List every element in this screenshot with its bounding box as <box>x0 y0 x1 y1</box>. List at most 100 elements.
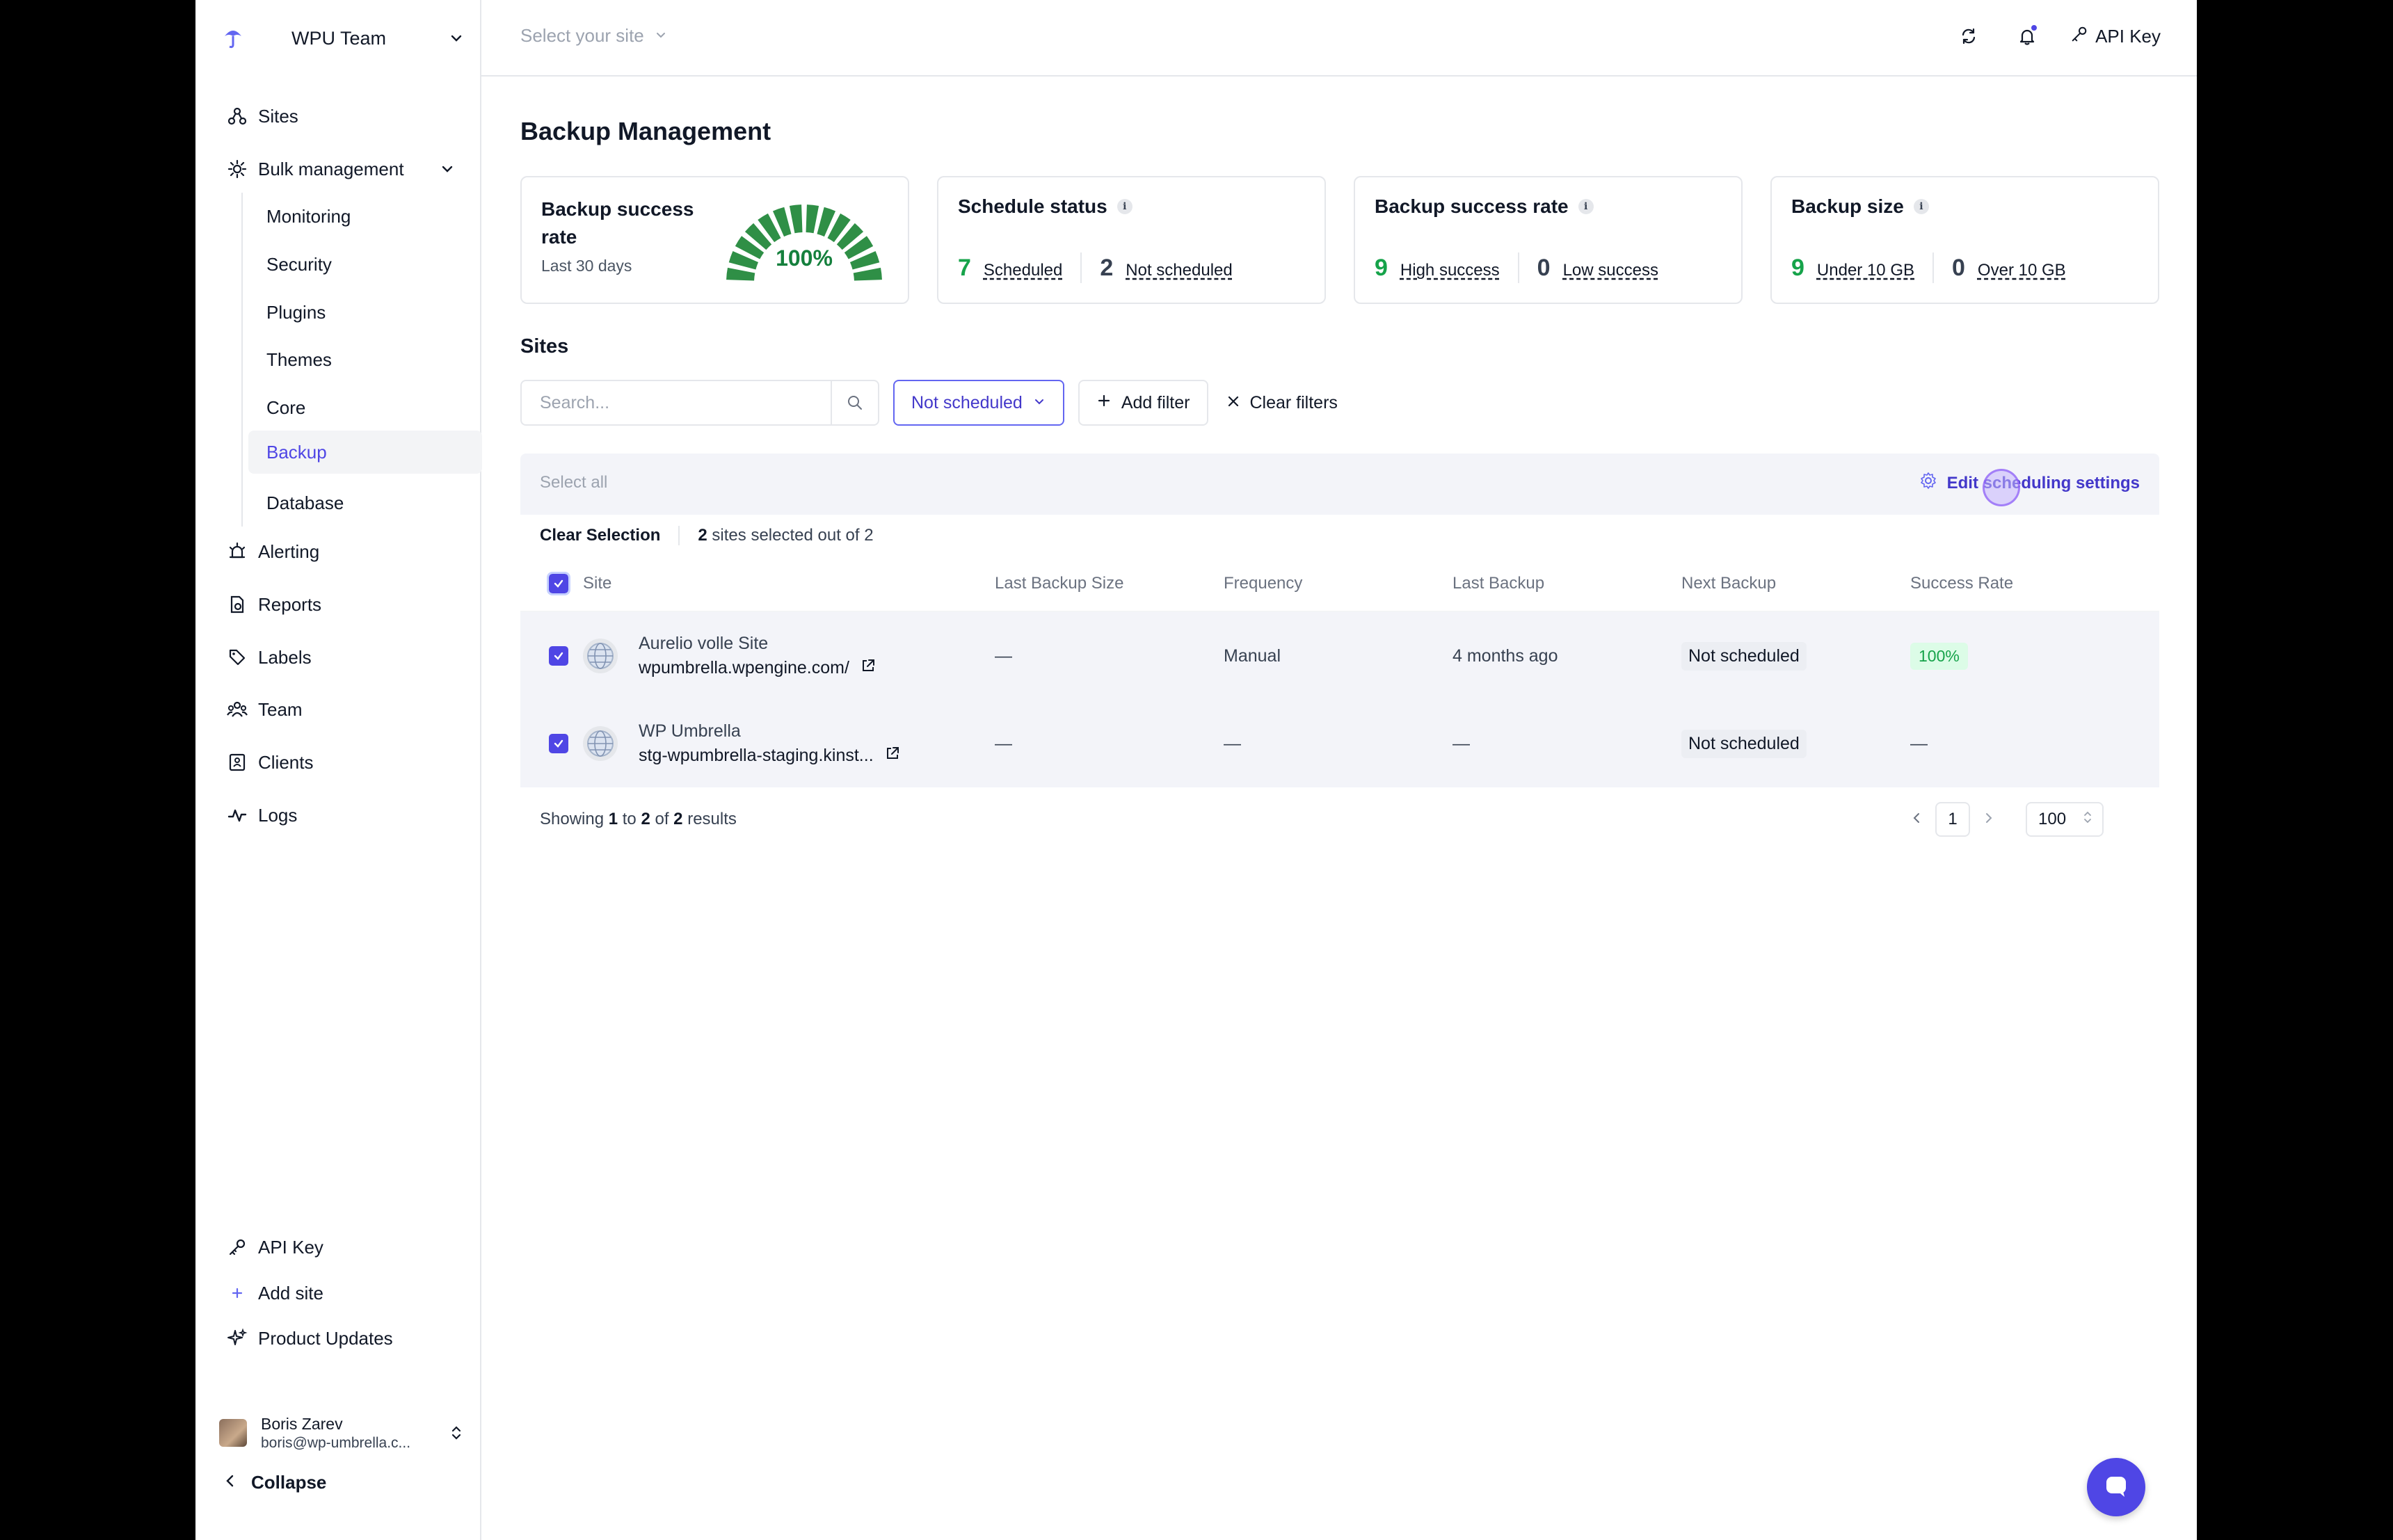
sidebar-item-logs[interactable]: Logs <box>216 795 467 835</box>
stat-number: 2 <box>1100 254 1114 281</box>
high-success-stat[interactable]: 9 High success <box>1375 255 1500 282</box>
table-row[interactable]: WP Umbrella stg-wpumbrella-staging.kinst… <box>520 700 2159 787</box>
stat-link[interactable]: Scheduled <box>984 261 1062 280</box>
stat-number: 9 <box>1791 254 1804 281</box>
edit-scheduling-settings-button[interactable]: Edit scheduling settings <box>1919 472 2140 495</box>
scheduled-stat[interactable]: 7 Scheduled <box>958 255 1062 282</box>
site-name[interactable]: WP Umbrella <box>639 721 900 741</box>
cursor-indicator <box>1983 469 2020 506</box>
card-title: Backup success rate <box>541 198 694 248</box>
not-scheduled-filter[interactable]: Not scheduled <box>893 380 1064 426</box>
stat-link[interactable]: Over 10 GB <box>1978 261 2066 280</box>
results-total: 2 <box>673 810 683 828</box>
selected-count: 2 <box>698 526 707 545</box>
low-success-stat[interactable]: 0 Low success <box>1537 255 1658 282</box>
site-url[interactable]: stg-wpumbrella-staging.kinst... <box>639 746 874 766</box>
sidebar-item-product-updates[interactable]: Product Updates <box>216 1318 467 1358</box>
sidebar-subitem-themes[interactable]: Themes <box>248 339 482 380</box>
column-header-last-backup-size[interactable]: Last Backup Size <box>995 574 1224 593</box>
umbrella-logo-icon <box>219 24 247 52</box>
gauge-segment <box>789 204 803 234</box>
sidebar-item-api-key[interactable]: API Key <box>216 1227 467 1267</box>
success-rate-badge: 100% <box>1910 642 1968 670</box>
sidebar-item-alerting[interactable]: Alerting <box>216 531 467 572</box>
column-header-frequency[interactable]: Frequency <box>1224 574 1452 593</box>
select-all-button[interactable]: Select all <box>540 473 607 492</box>
globe-icon <box>583 726 618 761</box>
stat-link[interactable]: High success <box>1400 261 1500 280</box>
gauge-value: 100% <box>776 246 833 271</box>
collapse-button[interactable]: Collapse <box>223 1472 326 1493</box>
selection-info: 2 sites selected out of 2 <box>680 526 873 545</box>
sidebar-item-label: Labels <box>258 646 312 668</box>
stat-link[interactable]: Not scheduled <box>1126 261 1232 280</box>
external-link-icon[interactable] <box>885 746 900 766</box>
clear-filters-button[interactable]: Clear filters <box>1219 380 1345 426</box>
cell-frequency: Manual <box>1224 645 1281 666</box>
sidebar-item-team[interactable]: Team <box>216 689 467 730</box>
card-title: Backup success rate <box>1375 195 1569 217</box>
search-icon[interactable] <box>831 381 878 424</box>
stat-number: 7 <box>958 254 971 281</box>
sidebar-subitem-monitoring[interactable]: Monitoring <box>248 196 482 236</box>
sidebar-item-label: Reports <box>258 593 322 615</box>
search-input[interactable] <box>522 381 831 424</box>
cell-success-rate: — <box>1910 733 1928 753</box>
backup-success-breakdown-card: Backup success rate i 9 High success 0 Low … <box>1354 176 1743 304</box>
sidebar-item-sites[interactable]: Sites <box>216 96 467 136</box>
sidebar-item-clients[interactable]: Clients <box>216 742 467 783</box>
external-link-icon[interactable] <box>861 658 876 678</box>
api-key-button[interactable]: API Key <box>2070 25 2161 48</box>
sidebar-subitem-plugins[interactable]: Plugins <box>248 292 482 332</box>
sidebar-item-bulk-management[interactable]: Bulk management <box>216 149 467 189</box>
bulk-action-bar: Select all Edit scheduling settings <box>520 454 2159 515</box>
page-number-button[interactable]: 1 <box>1935 802 1970 837</box>
selected-suffix: sites selected out of 2 <box>707 526 874 545</box>
clients-icon <box>226 751 248 773</box>
clear-selection-button[interactable]: Clear Selection <box>540 526 680 545</box>
stat-link[interactable]: Low success <box>1563 261 1658 280</box>
sidebar-item-labels[interactable]: Labels <box>216 637 467 677</box>
user-menu[interactable]: Boris Zarev boris@wp-umbrella.c... <box>219 1412 466 1454</box>
info-icon[interactable]: i <box>1578 199 1594 214</box>
results-suffix: results <box>682 810 737 828</box>
sidebar-subitem-backup[interactable]: Backup <box>248 431 482 474</box>
chevron-right-icon[interactable] <box>1983 811 1995 828</box>
refresh-icon[interactable] <box>1953 21 1984 51</box>
site-url[interactable]: wpumbrella.wpengine.com/ <box>639 658 849 678</box>
sidebar-item-add-site[interactable]: Add site <box>216 1273 467 1313</box>
avatar <box>219 1419 247 1447</box>
site-name[interactable]: Aurelio volle Site <box>639 634 876 654</box>
stat-link[interactable]: Under 10 GB <box>1817 261 1914 280</box>
per-page-select[interactable]: 100 <box>2026 802 2104 837</box>
filter-bar: Not scheduled Add filter Clear filters <box>520 380 1345 426</box>
not-scheduled-stat[interactable]: 2 Not scheduled <box>1100 255 1232 282</box>
notification-bell-icon[interactable] <box>2012 21 2042 51</box>
row-checkbox[interactable] <box>549 734 568 753</box>
column-header-site[interactable]: Site <box>577 574 995 593</box>
under-10gb-stat[interactable]: 9 Under 10 GB <box>1791 255 1914 282</box>
site-selector[interactable]: Select your site <box>520 25 668 47</box>
chevron-left-icon[interactable] <box>1910 811 1923 828</box>
info-icon[interactable]: i <box>1913 199 1929 214</box>
results-from: 1 <box>608 810 618 828</box>
cell-last-backup: 4 months ago <box>1452 645 1558 666</box>
sidebar-subitem-security[interactable]: Security <box>248 244 482 284</box>
column-header-next-backup[interactable]: Next Backup <box>1681 574 1910 593</box>
key-icon <box>226 1236 248 1258</box>
table-row[interactable]: Aurelio volle Site wpumbrella.wpengine.c… <box>520 612 2159 700</box>
column-header-success-rate[interactable]: Success Rate <box>1910 574 2159 593</box>
sidebar-subitem-database[interactable]: Database <box>248 483 482 523</box>
results-summary: Showing 1 to 2 of 2 results <box>540 810 1910 829</box>
sidebar-subitem-core[interactable]: Core <box>248 387 482 428</box>
chat-support-button[interactable] <box>2087 1458 2145 1516</box>
header-checkbox[interactable] <box>547 572 570 595</box>
add-filter-button[interactable]: Add filter <box>1078 380 1208 426</box>
column-header-last-backup[interactable]: Last Backup <box>1452 574 1681 593</box>
sidebar-item-reports[interactable]: Reports <box>216 584 467 625</box>
info-icon[interactable]: i <box>1117 199 1133 214</box>
results-prefix: Showing <box>540 810 609 828</box>
team-switcher[interactable]: WPU Team <box>219 21 466 56</box>
over-10gb-stat[interactable]: 0 Over 10 GB <box>1952 255 2066 282</box>
row-checkbox[interactable] <box>549 646 568 666</box>
